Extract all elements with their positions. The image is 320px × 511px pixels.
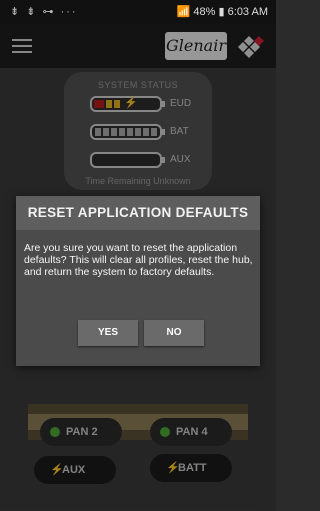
battery-percent: 48% bbox=[193, 6, 216, 18]
reset-defaults-dialog: RESET APPLICATION DEFAULTS Are you sure … bbox=[16, 196, 260, 366]
yes-button[interactable]: YES bbox=[78, 320, 138, 346]
dialog-message: Are you sure you want to reset the appli… bbox=[24, 242, 253, 278]
clock: 6:03 AM bbox=[227, 6, 268, 18]
status-bar-right: 📶 48% ▮ 6:03 AM bbox=[177, 5, 268, 18]
wifi-signal-icon: 📶 bbox=[176, 6, 191, 18]
dialog-title: RESET APPLICATION DEFAULTS bbox=[16, 196, 260, 230]
battery-icon: ▮ bbox=[218, 6, 225, 18]
notification-icons: ⇟ ⇟ ⊶ ··· bbox=[10, 6, 78, 18]
no-button[interactable]: NO bbox=[144, 320, 204, 346]
status-bar: ⇟ ⇟ ⊶ ··· 📶 48% ▮ 6:03 AM bbox=[0, 0, 276, 24]
